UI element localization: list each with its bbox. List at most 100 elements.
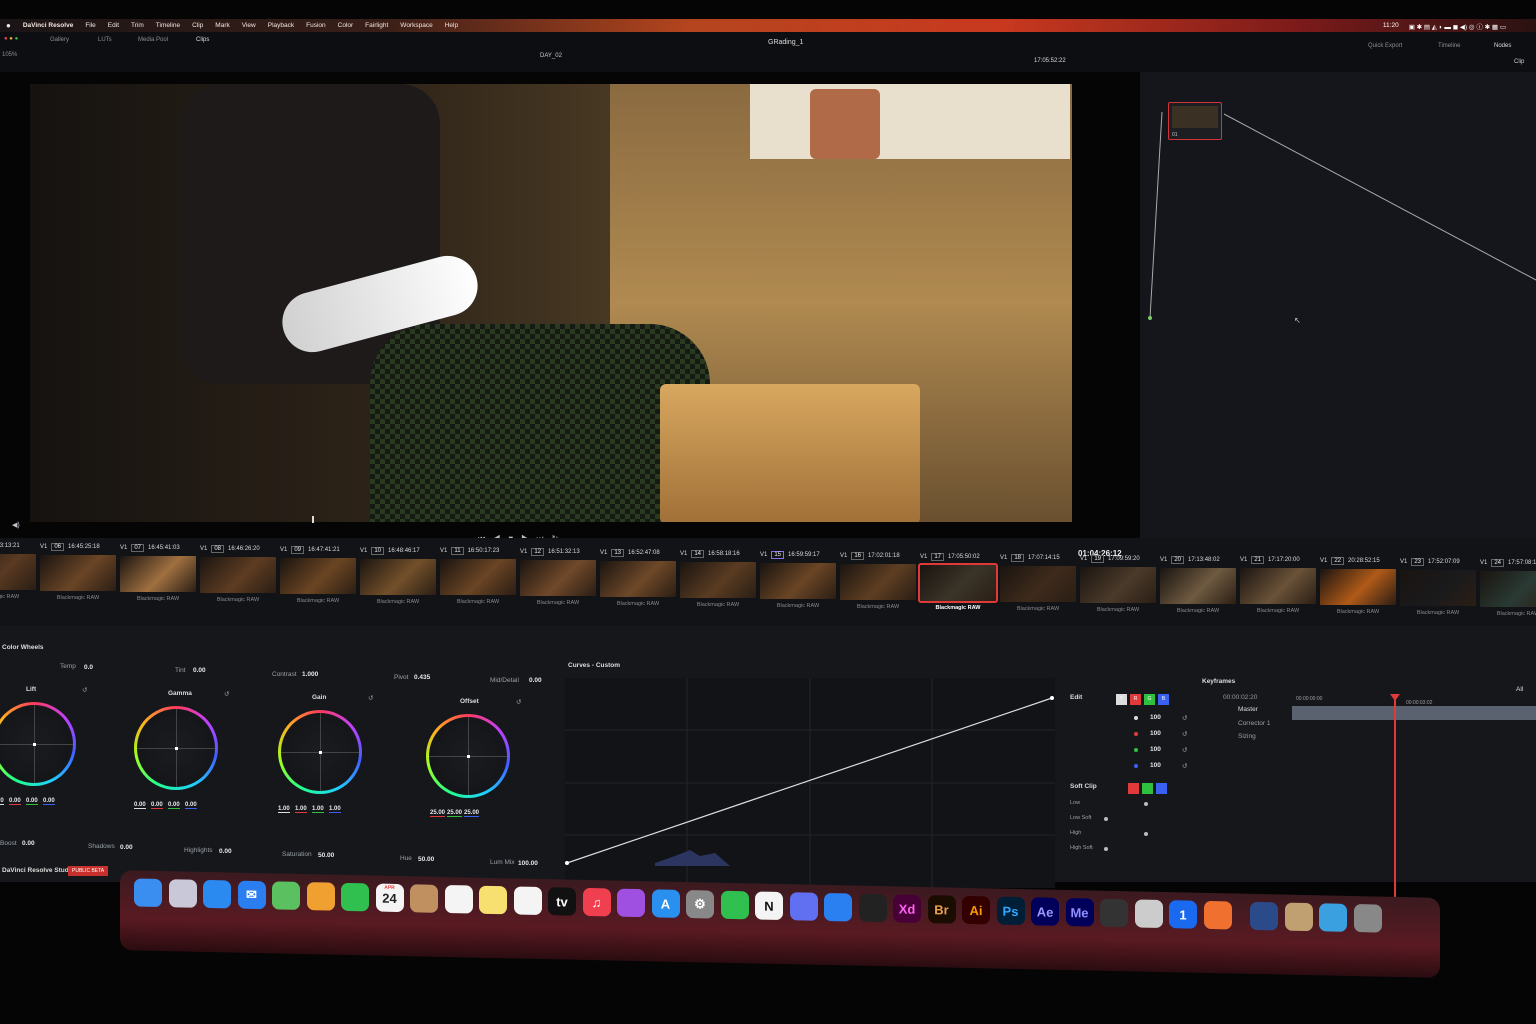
curve-point-black[interactable] bbox=[565, 861, 569, 865]
downloads-folder-icon[interactable] bbox=[1319, 903, 1347, 932]
lift-wheel[interactable] bbox=[0, 702, 76, 786]
pivot-value[interactable]: 0.435 bbox=[414, 674, 430, 681]
hue-value[interactable]: 50.00 bbox=[418, 856, 434, 863]
timeline-button[interactable]: Timeline bbox=[1438, 43, 1460, 49]
keyframes-filter[interactable]: All bbox=[1516, 686, 1523, 693]
timeline-clip[interactable]: V1 22 20:28:52:15 Blackmagic RAW bbox=[1320, 557, 1396, 615]
node-01[interactable]: 01 bbox=[1168, 102, 1222, 140]
wheel-value[interactable]: 0.00 bbox=[134, 802, 146, 809]
tint-value[interactable]: 0.00 bbox=[193, 667, 206, 674]
clip-thumbnail[interactable] bbox=[280, 557, 356, 594]
figma-icon[interactable] bbox=[858, 893, 887, 923]
podcasts-icon[interactable] bbox=[617, 888, 645, 918]
menu-trim[interactable]: Trim bbox=[131, 22, 144, 29]
wheel-puck[interactable] bbox=[319, 751, 322, 754]
wheel-value[interactable]: 25.00 bbox=[447, 810, 463, 817]
1password-icon[interactable]: 1 bbox=[1169, 900, 1197, 929]
lummix-value[interactable]: 100.00 bbox=[518, 860, 538, 867]
wheel-puck[interactable] bbox=[467, 755, 470, 758]
speaker-icon[interactable]: ◀) bbox=[12, 521, 20, 529]
playhead-marker-icon[interactable] bbox=[1390, 694, 1400, 701]
clip-thumbnail[interactable] bbox=[1160, 567, 1236, 604]
apple-tv-icon[interactable]: tv bbox=[548, 887, 576, 916]
adobe-media-encoder-icon[interactable]: Me bbox=[1065, 897, 1094, 927]
launchpad-icon[interactable] bbox=[168, 879, 197, 908]
adobe-xd-icon[interactable]: Xd bbox=[893, 894, 921, 923]
node-editor[interactable]: 01 ↖ bbox=[1140, 72, 1536, 562]
reset-icon[interactable]: ↺ bbox=[1182, 746, 1187, 754]
scrubber-handle[interactable] bbox=[312, 516, 314, 523]
clip-thumbnail[interactable] bbox=[0, 554, 36, 590]
clips-button[interactable]: Clips bbox=[196, 37, 209, 43]
wheel-value[interactable]: 0.00 bbox=[9, 798, 21, 805]
wheel-puck[interactable] bbox=[33, 743, 36, 746]
reset-icon[interactable]: ↺ bbox=[1182, 762, 1187, 770]
source-timecode[interactable]: 17:05:52:22 bbox=[1034, 58, 1066, 64]
nodes-button[interactable]: Nodes bbox=[1494, 43, 1511, 49]
channel-value-y[interactable]: 100 bbox=[1150, 714, 1161, 721]
clip-thumbnail[interactable] bbox=[680, 562, 756, 599]
clip-thumbnail[interactable] bbox=[1480, 571, 1536, 608]
clip-thumbnail[interactable] bbox=[1320, 569, 1396, 606]
timeline-clip[interactable]: V1 18 17:07:14:15 Blackmagic RAW bbox=[1000, 553, 1076, 612]
timeline-clip[interactable]: V1 11 16:50:17:23 Blackmagic RAW bbox=[440, 547, 516, 605]
clip-thumbnail[interactable] bbox=[1240, 568, 1316, 605]
saturation-value[interactable]: 50.00 bbox=[318, 852, 334, 859]
freeform-icon[interactable] bbox=[513, 886, 542, 916]
wheel-value[interactable]: 25.00 bbox=[430, 810, 446, 817]
adobe-bridge-icon[interactable]: Br bbox=[927, 895, 956, 924]
reset-icon[interactable]: ↺ bbox=[1182, 730, 1187, 738]
timeline-clip[interactable]: V1 13 16:52:47:08 Blackmagic RAW bbox=[600, 549, 676, 607]
quicktime-icon[interactable] bbox=[1250, 901, 1278, 931]
wheel-value[interactable]: 0.00 bbox=[185, 802, 197, 809]
notes-icon[interactable] bbox=[479, 885, 507, 915]
clip-thumbnail[interactable] bbox=[200, 556, 276, 593]
notion-icon[interactable]: N bbox=[755, 891, 783, 921]
adobe-after-effects-icon[interactable]: Ae bbox=[1031, 897, 1059, 926]
photos-icon[interactable] bbox=[306, 882, 335, 911]
menu-playback[interactable]: Playback bbox=[268, 22, 294, 29]
timeline-clip[interactable]: V1 20 17:13:48:02 Blackmagic RAW bbox=[1160, 555, 1236, 614]
clip-thumbnail[interactable] bbox=[760, 563, 836, 599]
middetail-value[interactable]: 0.00 bbox=[529, 677, 542, 684]
gain-wheel[interactable] bbox=[278, 710, 362, 794]
menu-view[interactable]: View bbox=[242, 22, 256, 29]
keyframe-track-sizing[interactable]: Sizing bbox=[1238, 733, 1256, 740]
system-settings-icon[interactable]: ⚙ bbox=[686, 890, 714, 919]
menu-clip[interactable]: Clip bbox=[192, 22, 203, 29]
softclip-slider[interactable] bbox=[1144, 802, 1148, 806]
menu-timeline[interactable]: Timeline bbox=[156, 22, 180, 29]
wheel-value[interactable]: 1.00 bbox=[329, 806, 341, 813]
offset-wheel[interactable] bbox=[426, 714, 510, 798]
gamma-wheel[interactable] bbox=[134, 706, 218, 790]
softclip-slider[interactable] bbox=[1104, 817, 1108, 821]
timeline-clip[interactable]: V12417:57:08:14 Blackmagic RAW bbox=[1480, 559, 1536, 617]
keyframe-track-corrector[interactable]: Corrector 1 bbox=[1238, 720, 1271, 727]
safari-icon[interactable] bbox=[203, 879, 231, 909]
timeline-clip[interactable]: V1 15 16:59:59:17 Blackmagic RAW bbox=[760, 551, 836, 609]
menu-help[interactable]: Help bbox=[445, 22, 458, 29]
reset-icon[interactable]: ↺ bbox=[1182, 714, 1187, 722]
adobe-photoshop-icon[interactable]: Ps bbox=[996, 896, 1025, 926]
curve-point-white[interactable] bbox=[1050, 696, 1054, 700]
clip-mode-select[interactable]: Clip bbox=[1514, 59, 1524, 65]
menu-fairlight[interactable]: Fairlight bbox=[365, 22, 388, 29]
timeline-clip[interactable]: V1 16 17:02:01:18 Blackmagic RAW bbox=[840, 551, 916, 610]
status-icons[interactable]: ▣ ✱ ▤ ◭ ◗ ▬ ◼ ◀) ◎ ⓘ ✱ ▦ ▭ bbox=[1409, 21, 1506, 31]
wheel-value[interactable]: 1.00 bbox=[295, 806, 307, 813]
music-icon[interactable]: ♫ bbox=[582, 887, 611, 917]
softclip-button-green[interactable] bbox=[1142, 783, 1153, 794]
menu-file[interactable]: File bbox=[85, 22, 95, 29]
timeline-clip[interactable]: V1 12 16:51:32:13 Blackmagic RAW bbox=[520, 548, 596, 606]
curves-graph[interactable] bbox=[565, 678, 1055, 888]
menu-workspace[interactable]: Workspace bbox=[400, 22, 432, 29]
shadows-value[interactable]: 0.00 bbox=[120, 844, 133, 851]
archive-icon[interactable] bbox=[1284, 902, 1313, 932]
temp-value[interactable]: 0.0 bbox=[84, 664, 93, 671]
clip-thumbnail[interactable] bbox=[40, 554, 116, 591]
wheel-value[interactable]: 1.00 bbox=[278, 806, 290, 813]
reset-icon[interactable]: ↺ bbox=[516, 698, 521, 706]
wheel-value[interactable]: 0.00 bbox=[0, 798, 4, 805]
wheel-value[interactable]: 0.00 bbox=[151, 802, 163, 809]
contrast-value[interactable]: 1.000 bbox=[302, 671, 318, 678]
